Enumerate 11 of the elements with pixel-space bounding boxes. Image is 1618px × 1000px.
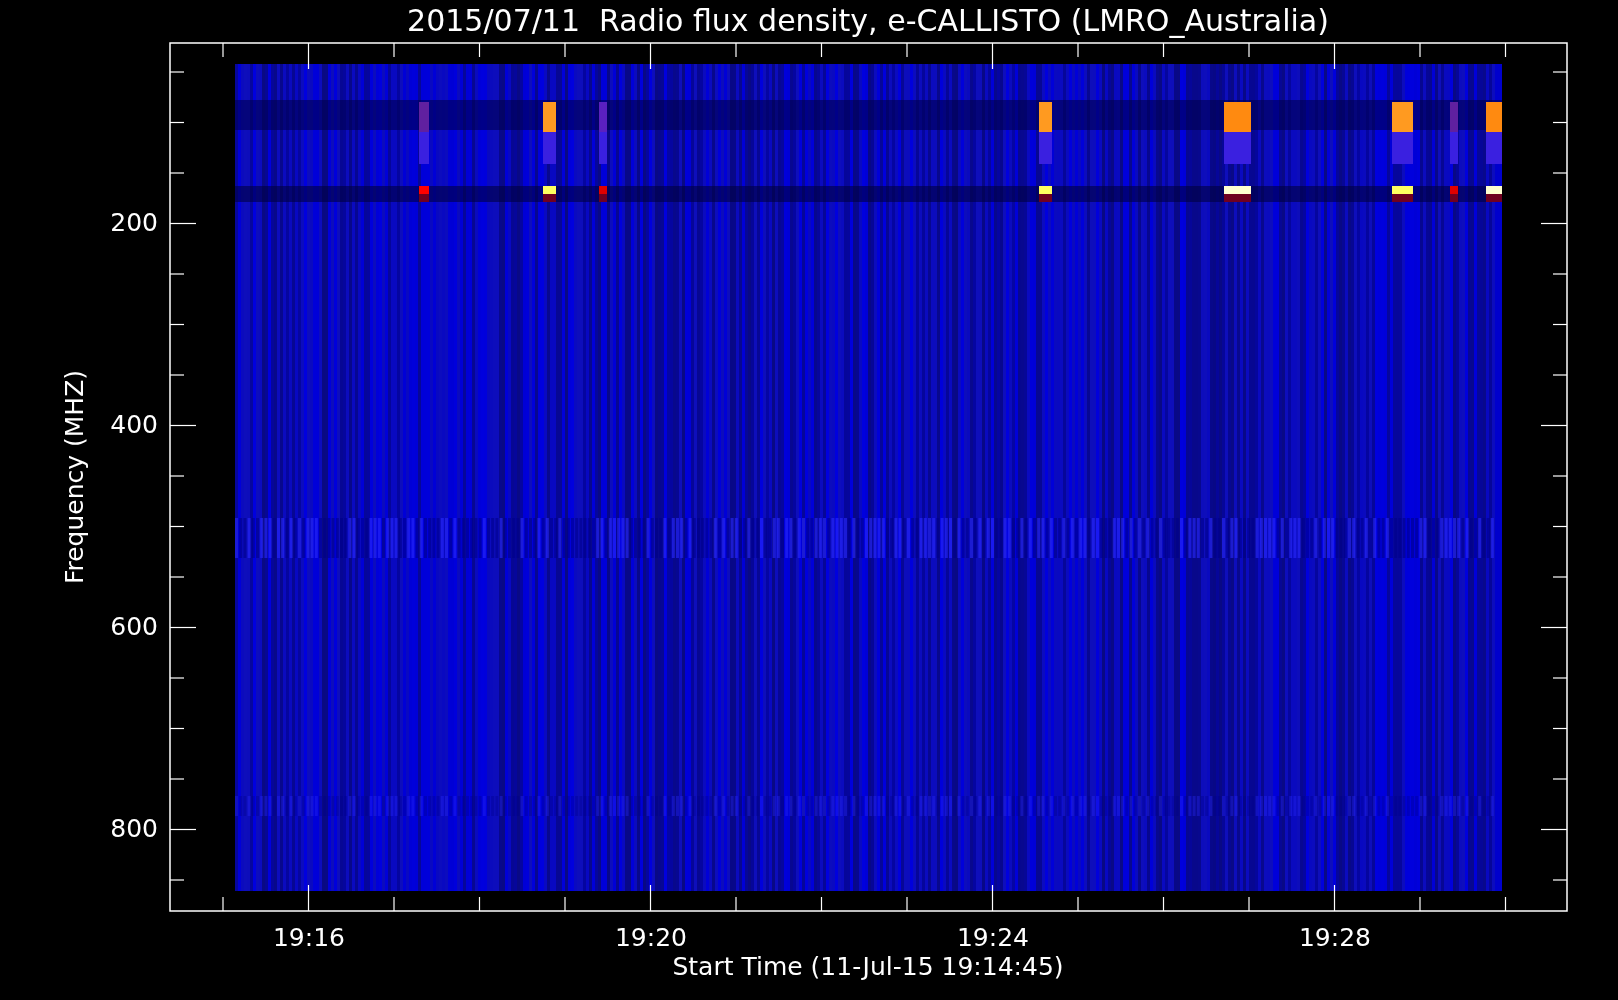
x-axis-label: Start Time (11-Jul-15 19:14:45) (672, 952, 1064, 981)
y-axis-label: Frequency (MHZ) (60, 369, 89, 585)
y-tick-label: 200 (110, 208, 158, 237)
x-tick-label: 19:20 (615, 923, 687, 952)
y-tick-label: 400 (110, 410, 158, 439)
x-tick-label: 19:16 (273, 923, 345, 952)
x-tick-label: 19:28 (1299, 923, 1371, 952)
chart-title: 2015/07/11 Radio flux density, e-CALLISTO (LMRO_Australia) (407, 3, 1329, 38)
x-tick-label: 19:24 (957, 923, 1029, 952)
y-tick-label: 600 (110, 612, 158, 641)
y-tick-label: 800 (110, 814, 158, 843)
